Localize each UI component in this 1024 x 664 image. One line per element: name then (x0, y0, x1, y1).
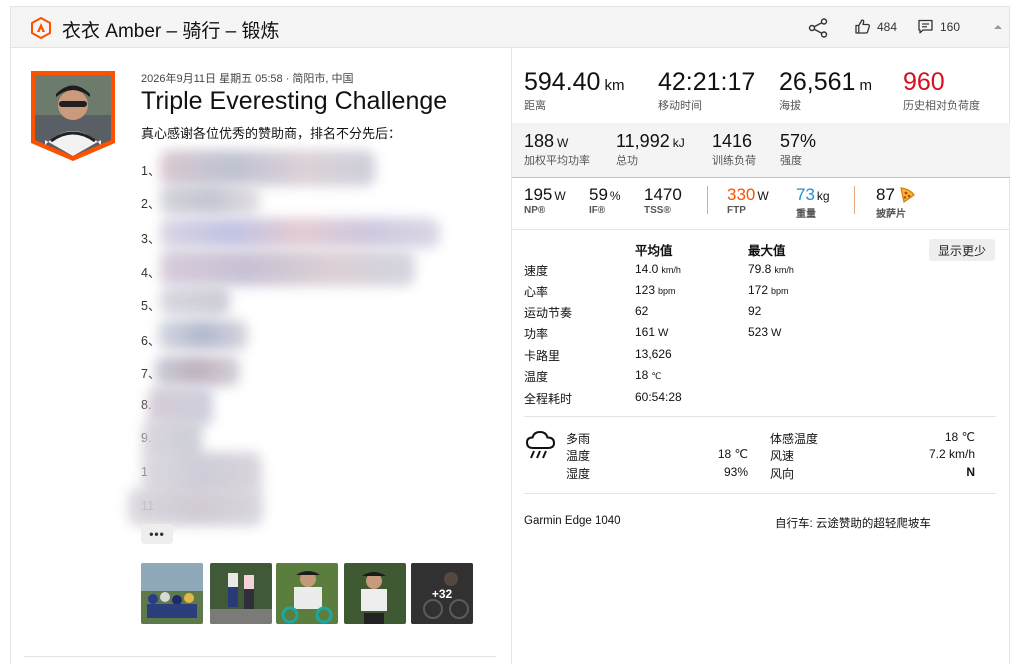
detail-max: 523 W (748, 325, 782, 339)
stat-ftp: 330 W FTP (727, 185, 769, 216)
kudos-count: 484 (877, 19, 898, 34)
detail-label: 速度 (524, 264, 549, 278)
activity-title: Triple Everesting Challenge (141, 87, 448, 115)
detail-avg: 14.0 km/h (635, 262, 681, 276)
activity-meta: 2026年9月11日 星期五 05:58 · 简阳市, 中国 (141, 73, 354, 85)
photo-thumbnail[interactable] (141, 563, 203, 624)
weather-humidity-value: 93% (723, 465, 748, 479)
sponsor-line: 4、 (141, 266, 161, 280)
photo-thumbnail[interactable] (344, 563, 406, 624)
detail-avg: 13,626 (635, 347, 672, 361)
device-name: Garmin Edge 1040 (524, 515, 621, 527)
stat-weighted-power: 188 W 加权平均功率 (524, 131, 590, 167)
activity-header: 衣衣 Amber – 骑行 – 锻炼 484 160 (10, 6, 1010, 48)
detail-max: 92 (748, 304, 762, 318)
weather-condition: 多雨 (566, 432, 591, 446)
share-icon[interactable] (807, 17, 829, 39)
sponsor-line: 5、 (141, 299, 161, 313)
detail-label: 全程耗时 (524, 392, 573, 406)
detail-avg: 62 (635, 304, 649, 318)
stat-separator (707, 186, 708, 214)
detail-max: 172 bpm (748, 283, 789, 297)
sponsor-line: 2、 (141, 197, 161, 211)
stat-pizza: 87 披萨片 (876, 185, 916, 220)
collapse-button[interactable] (985, 7, 1011, 47)
stat-if: 59% IF® (589, 185, 621, 216)
weather-feels-value: 18 ℃ (944, 430, 975, 444)
stat-tss: 1470 TSS® (644, 185, 682, 216)
blurred-sponsor (155, 356, 240, 386)
kudos-button[interactable]: 484 (854, 18, 897, 35)
comment-count: 160 (940, 19, 961, 34)
page-title: 衣衣 Amber – 骑行 – 锻炼 (62, 21, 280, 42)
blurred-sponsor (160, 185, 260, 215)
activity-description: 真心感谢各位优秀的赞助商，排名不分先后： (141, 126, 402, 141)
detail-label: 温度 (524, 370, 549, 384)
photo-image (141, 563, 203, 624)
chevron-up-icon (994, 25, 1002, 29)
detail-label: 心率 (524, 285, 549, 299)
photo-thumbnail-more[interactable]: +32 (411, 563, 473, 624)
weather-temp-value: 18 ℃ (717, 447, 748, 461)
stat-separator (854, 186, 855, 214)
col-header-avg: 平均值 (635, 244, 673, 258)
weather-feels-label: 体感温度 (770, 432, 819, 446)
photo-more-count: +32 (411, 563, 473, 624)
detail-label: 运动节奏 (524, 306, 573, 320)
blurred-sponsor (160, 250, 415, 286)
section-divider (24, 656, 496, 657)
blurred-sponsor (128, 488, 263, 526)
blurred-sponsor (160, 150, 375, 186)
rain-cloud-icon (525, 430, 556, 459)
section-divider (524, 416, 996, 417)
section-divider (524, 493, 996, 494)
weather-wind-label: 风速 (770, 449, 795, 463)
weather-wind-value: 7.2 km/h (928, 447, 975, 461)
detail-max: 79.8 km/h (748, 262, 794, 276)
photo-image (210, 563, 272, 624)
stat-relative-effort[interactable]: 960 历史相对负荷度 (903, 68, 980, 113)
bike-name[interactable]: 自行车: 云途赞助的超轻爬坡车 (775, 515, 931, 531)
stat-np: 195 W NP® (524, 185, 566, 216)
col-header-max: 最大值 (748, 244, 786, 258)
photo-image (344, 563, 406, 624)
weather-dir-value: N (966, 465, 975, 479)
stat-training-load: 1416 训练负荷 (712, 131, 756, 167)
stat-elevation: 26,561 m 海拔 (779, 68, 872, 112)
stats-divider (512, 177, 1010, 178)
detail-label: 功率 (524, 327, 549, 341)
pizza-icon (900, 187, 915, 204)
strava-activity-icon (31, 17, 51, 39)
activity-page: 衣衣 Amber – 骑行 – 锻炼 484 160 2026年9月11日 星期… (0, 0, 1024, 664)
comments-button[interactable]: 160 (917, 18, 960, 35)
blurred-sponsor (160, 218, 440, 248)
stat-total-work: 11,992 kJ 总功 (616, 131, 685, 167)
blurred-sponsor (158, 320, 248, 350)
photo-image (276, 563, 338, 624)
photo-thumbnail[interactable] (210, 563, 272, 624)
thumbs-up-icon (855, 19, 871, 34)
detail-avg: 60:54:28 (635, 390, 682, 404)
stat-weight: 73 kg 重量 (796, 185, 830, 220)
blurred-sponsor (160, 286, 230, 316)
athlete-avatar[interactable] (29, 69, 117, 163)
stat-moving-time: 42:21:17 移动时间 (658, 68, 756, 112)
detail-label: 卡路里 (524, 349, 561, 363)
comment-icon (918, 19, 933, 34)
section-divider (512, 229, 1010, 230)
detail-avg: 18 ℃ (635, 368, 662, 382)
show-less-button[interactable]: 显示更少 (929, 239, 995, 261)
detail-avg: 123 bpm (635, 283, 676, 297)
weather-temp-label: 温度 (566, 449, 591, 463)
stat-intensity: 57% 强度 (780, 131, 817, 167)
sponsor-line: 1、 (141, 164, 161, 178)
weather-dir-label: 风向 (770, 467, 795, 481)
stat-distance: 594.40 km 距离 (524, 68, 625, 112)
detail-avg: 161 W (635, 325, 669, 339)
weather-humidity-label: 湿度 (566, 467, 591, 481)
photo-thumbnail[interactable] (276, 563, 338, 624)
show-more-description-button[interactable]: ••• (141, 524, 173, 544)
sponsor-line: 3、 (141, 232, 161, 246)
